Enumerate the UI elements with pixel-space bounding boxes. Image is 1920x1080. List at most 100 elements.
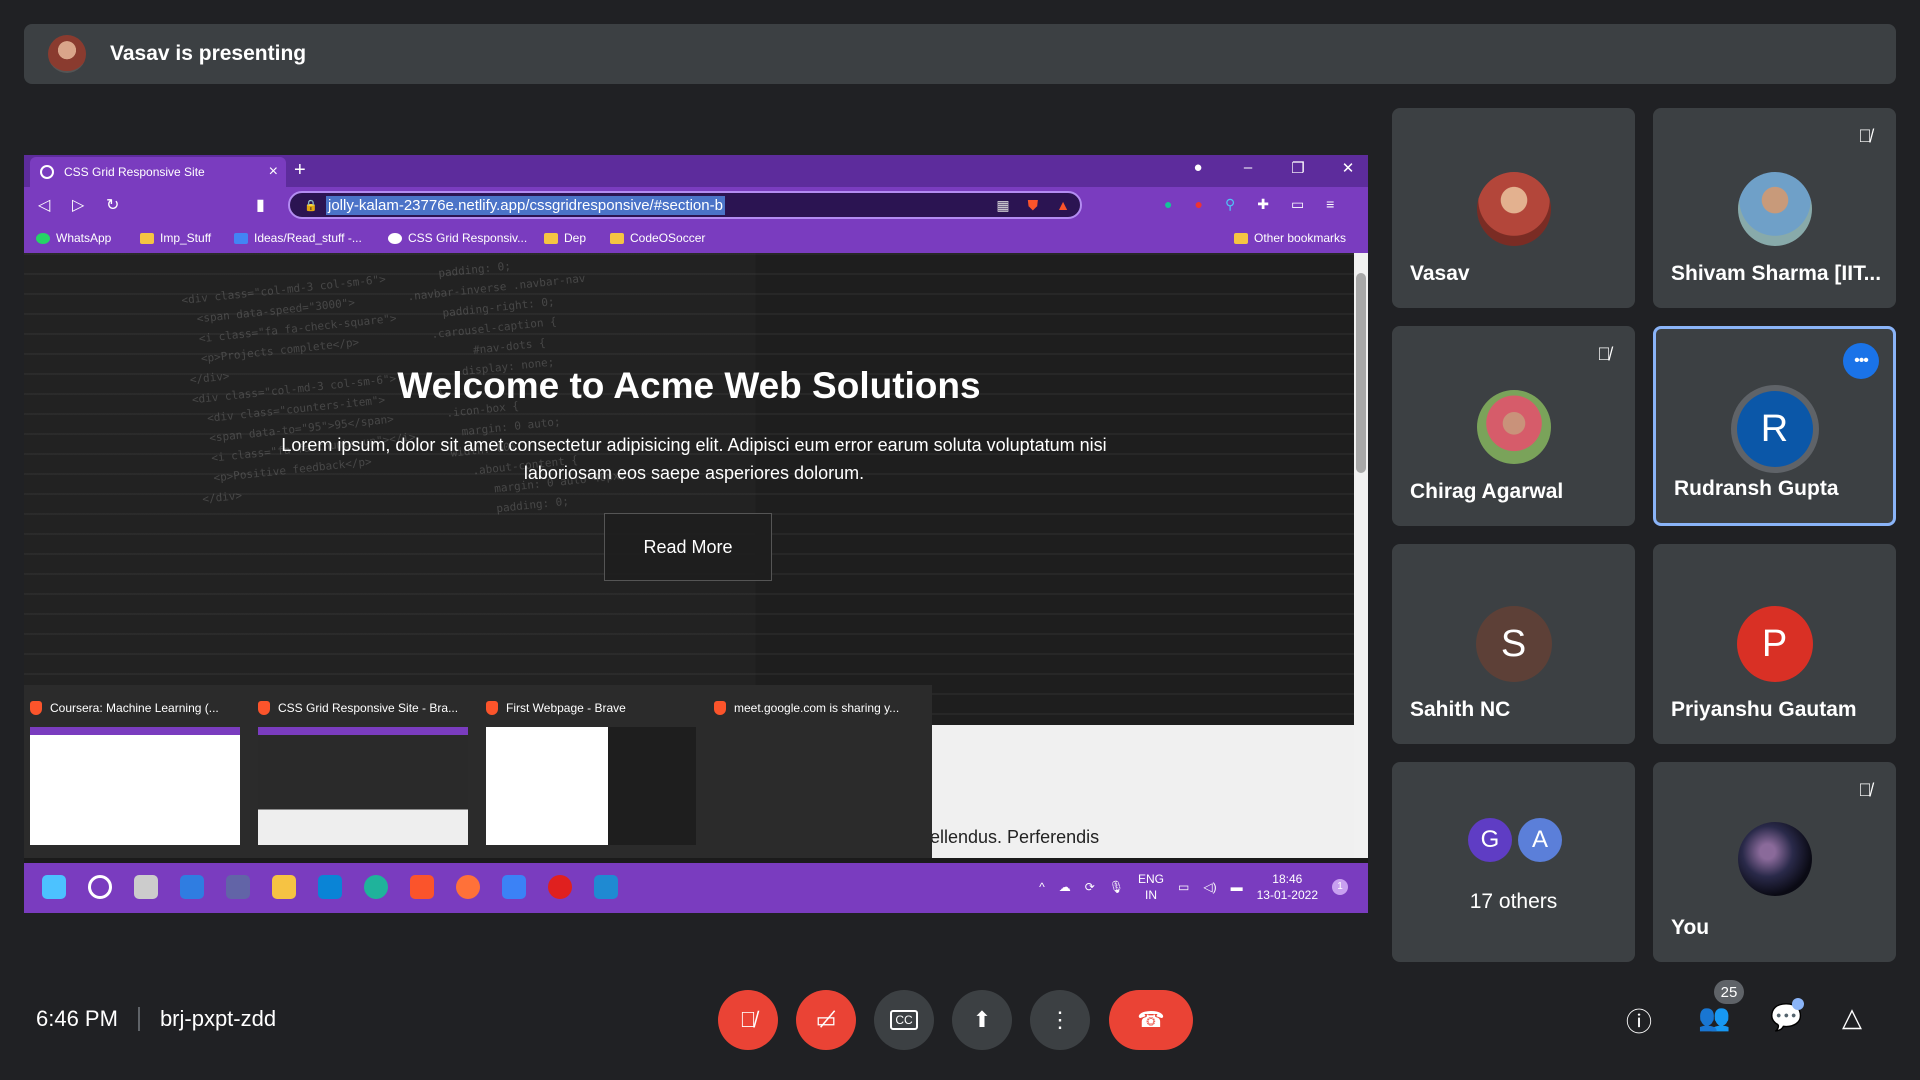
other-bookmarks[interactable]: Other bookmarks xyxy=(1234,231,1346,245)
file-explorer-icon[interactable] xyxy=(272,875,296,899)
grammarly-icon[interactable]: ● xyxy=(1164,196,1172,213)
chat-unread-dot xyxy=(1792,998,1804,1010)
presenter-avatar xyxy=(48,35,86,73)
present-button[interactable]: ⬆ xyxy=(952,990,1012,1050)
read-more-button[interactable]: Read More xyxy=(604,513,772,581)
participant-tile-shivam[interactable]: 🎙̸ Shivam Sharma [IIT... xyxy=(1653,108,1896,308)
brave-icon xyxy=(258,701,270,715)
wallet-icon[interactable]: ▭ xyxy=(1291,196,1304,213)
bookmark-ideas[interactable]: Ideas/Read_stuff -... xyxy=(234,231,362,245)
widgets-icon[interactable] xyxy=(180,875,204,899)
vscode-icon[interactable] xyxy=(594,875,618,899)
mic-toggle-button[interactable]: 🎙̸ xyxy=(718,990,778,1050)
bookmark-icon[interactable]: ▮ xyxy=(256,195,265,215)
opera-icon[interactable] xyxy=(548,875,572,899)
scrollbar-thumb[interactable] xyxy=(1356,273,1366,473)
close-tab-icon[interactable]: × xyxy=(269,163,278,181)
hero-title: Welcome to Acme Web Solutions xyxy=(397,365,981,406)
others-label: 17 others xyxy=(1469,890,1558,913)
hang-up-icon: ☎ xyxy=(1137,1007,1165,1032)
brave-icon[interactable] xyxy=(410,875,434,899)
participant-tile-priyanshu[interactable]: P Priyanshu Gautam xyxy=(1653,544,1896,744)
address-bar[interactable]: 🔒 jolly-kalam-23776e.netlify.app/cssgrid… xyxy=(288,191,1082,219)
avatar: S xyxy=(1475,606,1552,682)
preview-css-grid[interactable]: CSS Grid Responsive Site - Bra... xyxy=(252,685,474,858)
restore-icon[interactable]: ❐ xyxy=(1290,159,1306,177)
task-view-icon[interactable] xyxy=(134,875,158,899)
leave-call-button[interactable]: ☎ xyxy=(1109,990,1193,1050)
tool-icon[interactable] xyxy=(502,875,526,899)
search-icon[interactable] xyxy=(88,875,112,899)
network-icon[interactable]: ▭ xyxy=(1178,880,1189,894)
brave-rewards-icon[interactable]: ▲ xyxy=(1056,197,1070,214)
chevron-up-icon[interactable]: ^ xyxy=(1039,880,1045,894)
reload-icon[interactable]: ↻ xyxy=(106,195,119,215)
preview-meet-sharing[interactable]: meet.google.com is sharing y... xyxy=(708,685,930,858)
participant-name: You xyxy=(1671,916,1710,939)
language-indicator[interactable]: ENG IN xyxy=(1138,871,1164,903)
divider xyxy=(137,1007,140,1031)
participant-tile-you[interactable]: 🎙̸ You xyxy=(1653,762,1896,962)
participant-tile-chirag[interactable]: 🎙̸ Chirag Agarwal xyxy=(1392,326,1635,526)
preview-coursera[interactable]: Coursera: Machine Learning (... xyxy=(24,685,246,858)
camera-toggle-button[interactable]: ▭̸ xyxy=(796,990,856,1050)
folder-icon xyxy=(610,232,624,244)
taskbar-clock[interactable]: 18:46 13-01-2022 xyxy=(1257,871,1318,903)
menu-icon[interactable]: ≡ xyxy=(1326,196,1334,213)
profile-icon[interactable]: ● xyxy=(1190,159,1206,177)
new-tab-button[interactable]: + xyxy=(294,159,306,182)
cloud-icon[interactable]: ☁ xyxy=(1059,880,1071,894)
forward-icon[interactable]: ▷ xyxy=(72,195,84,215)
search-ext-icon[interactable]: ⚲ xyxy=(1225,196,1235,213)
browser-tab[interactable]: CSS Grid Responsive Site × xyxy=(30,157,286,187)
url-text[interactable]: jolly-kalam-23776e.netlify.app/cssgridre… xyxy=(326,196,725,215)
sync-icon[interactable]: ⟳ xyxy=(1085,880,1095,894)
puzzle-icon[interactable]: ✚ xyxy=(1257,196,1269,213)
grid-icon[interactable]: ▦ xyxy=(996,197,1009,214)
preview-first-webpage[interactable]: First Webpage - Brave xyxy=(480,685,702,858)
participant-name: Sahith NC xyxy=(1410,698,1511,721)
page-scrollbar[interactable] xyxy=(1354,253,1368,858)
close-window-icon[interactable]: ✕ xyxy=(1340,159,1356,177)
meeting-details: 6:46 PM brj-pxpt-zdd xyxy=(36,1006,276,1032)
more-icon: ⋮ xyxy=(1049,1007,1071,1032)
battery-icon[interactable]: ▬ xyxy=(1231,880,1243,894)
people-icon[interactable]: 👥 xyxy=(1698,1002,1730,1033)
globe-icon xyxy=(388,232,402,244)
participant-tile-rudransh[interactable]: ••• R Rudransh Gupta xyxy=(1653,326,1896,526)
mail-icon[interactable] xyxy=(318,875,342,899)
volume-icon[interactable]: ◁) xyxy=(1203,880,1216,894)
participant-tile-others[interactable]: G A 17 others xyxy=(1392,762,1635,962)
windows-start-icon[interactable] xyxy=(42,875,66,899)
bookmark-css-grid[interactable]: CSS Grid Responsiv... xyxy=(388,231,527,245)
captions-button[interactable]: CC xyxy=(874,990,934,1050)
minimize-icon[interactable]: – xyxy=(1240,159,1256,177)
taskbar-preview-panel: Coursera: Machine Learning (... CSS Grid… xyxy=(24,685,932,858)
mic-icon[interactable]: 🎙 xyxy=(1109,880,1124,894)
participant-tile-vasav[interactable]: Vasav xyxy=(1392,108,1635,308)
more-options-button[interactable]: ⋮ xyxy=(1030,990,1090,1050)
folder-icon xyxy=(1234,232,1248,244)
browser-tab-strip: CSS Grid Responsive Site × + ● – ❐ ✕ xyxy=(24,155,1368,187)
record-icon[interactable]: ● xyxy=(1194,196,1202,213)
below-text: ellendus. Perferendis xyxy=(930,827,1100,847)
edge-icon[interactable] xyxy=(364,875,388,899)
bookmark-dep[interactable]: Dep xyxy=(544,231,586,245)
mic-off-icon: 🎙̸ xyxy=(1597,344,1611,364)
teams-icon[interactable] xyxy=(226,875,250,899)
brave-shield-icon[interactable]: ⛊ xyxy=(1028,197,1039,214)
back-icon[interactable]: ◁ xyxy=(38,195,50,215)
bookmark-whatsapp[interactable]: WhatsApp xyxy=(36,231,111,245)
info-icon[interactable]: ⓘ xyxy=(1626,1002,1652,1039)
tab-title: CSS Grid Responsive Site xyxy=(64,165,205,179)
participant-tile-sahith[interactable]: S Sahith NC xyxy=(1392,544,1635,744)
notification-badge[interactable]: 1 xyxy=(1332,879,1348,895)
bookmark-imp-stuff[interactable]: Imp_Stuff xyxy=(140,231,211,245)
activities-icon[interactable]: △ xyxy=(1842,1002,1862,1033)
participant-name: Rudransh Gupta xyxy=(1674,477,1839,500)
webpage-hero: <div class="col-md-3 col-sm-6"> padding:… xyxy=(24,253,1354,725)
firefox-icon[interactable] xyxy=(456,875,480,899)
presenting-banner: Vasav is presenting xyxy=(24,24,1896,84)
bookmark-codeosoccer[interactable]: CodeOSoccer xyxy=(610,231,705,245)
meeting-code[interactable]: brj-pxpt-zdd xyxy=(160,1006,276,1032)
